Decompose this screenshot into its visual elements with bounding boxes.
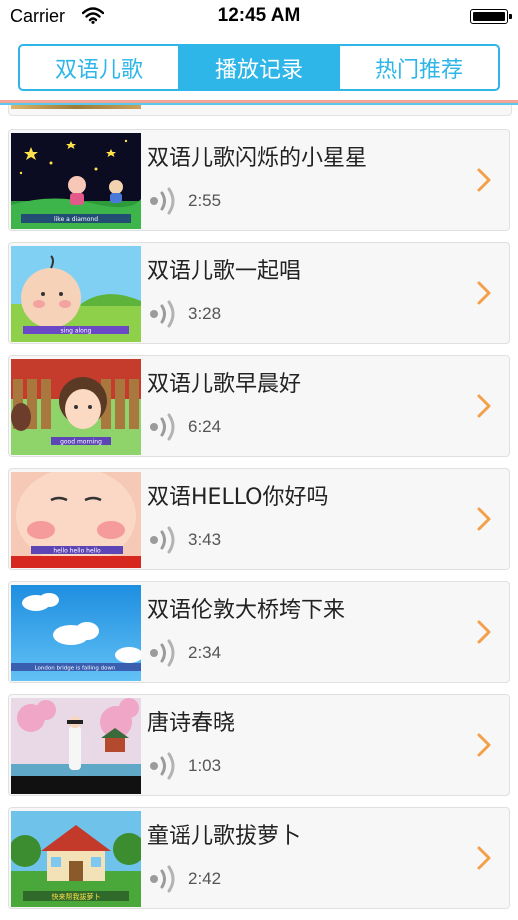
item-duration: 1:03 <box>188 756 222 775</box>
list-item[interactable]: hello hello hello 双语HELLO你好吗 3:43 <box>8 468 510 570</box>
video-thumbnail: like a diamond <box>11 133 141 229</box>
chevron-right-icon <box>477 168 491 196</box>
thumb-caption: London bridge is falling down <box>35 666 116 672</box>
list-item[interactable]: sing along 双语儿歌一起唱 3:28 <box>8 242 510 344</box>
chevron-right-icon <box>477 620 491 648</box>
item-title: 童谣儿歌拔萝卜 <box>147 824 302 849</box>
speaker-icon <box>149 864 181 898</box>
list-item-partial[interactable] <box>8 105 512 116</box>
chevron-right-icon <box>477 507 491 535</box>
thumb-caption: hello hello hello <box>53 548 101 555</box>
thumb-caption: sing along <box>61 328 92 335</box>
speaker-icon <box>149 186 181 220</box>
thumb-caption: 快来帮我拔萝卜 <box>52 892 101 901</box>
item-title: 双语HELLO你好吗 <box>147 485 329 510</box>
video-thumbnail: hello hello hello <box>11 472 141 568</box>
item-title: 双语儿歌一起唱 <box>147 259 302 284</box>
speaker-icon <box>149 751 181 785</box>
chevron-right-icon <box>477 733 491 761</box>
item-duration: 6:24 <box>188 417 222 436</box>
battery-icon <box>470 9 512 24</box>
tab-hot-recommend[interactable]: 热门推荐 <box>340 46 498 89</box>
list-item[interactable]: 唐诗春晓 1:03 <box>8 694 510 796</box>
thumb-caption: good morning <box>60 439 102 446</box>
list-item[interactable]: good morning 双语儿歌早晨好 6:24 <box>8 355 510 457</box>
video-thumbnail: London bridge is falling down <box>11 585 141 681</box>
item-duration: 2:55 <box>188 191 222 210</box>
list-item[interactable]: London bridge is falling down 双语伦敦大桥垮下来 … <box>8 581 510 683</box>
video-thumbnail: 快来帮我拔萝卜 <box>11 811 141 907</box>
item-title: 双语伦敦大桥垮下来 <box>147 598 346 623</box>
item-duration: 3:43 <box>188 530 222 549</box>
item-title: 双语儿歌早晨好 <box>147 372 302 397</box>
chevron-right-icon <box>477 281 491 309</box>
video-thumbnail: good morning <box>11 359 141 455</box>
status-bar: Carrier 12:45 AM <box>0 0 518 34</box>
segmented-control: 双语儿歌 播放记录 热门推荐 <box>18 44 500 91</box>
list-item[interactable]: like a diamond 双语儿歌闪烁的小星星 2:55 <box>8 129 510 231</box>
item-title: 唐诗春晓 <box>147 711 236 736</box>
item-duration: 3:28 <box>188 304 222 323</box>
speaker-icon <box>149 299 181 333</box>
item-title: 双语儿歌闪烁的小星星 <box>147 146 368 171</box>
tab-play-history[interactable]: 播放记录 <box>180 46 340 89</box>
clock: 12:45 AM <box>217 5 301 26</box>
item-duration: 2:34 <box>188 643 222 662</box>
chevron-right-icon <box>477 846 491 874</box>
speaker-icon <box>149 638 181 672</box>
item-duration: 2:42 <box>188 869 222 888</box>
speaker-icon <box>149 412 181 446</box>
chevron-right-icon <box>477 394 491 422</box>
video-thumbnail <box>11 698 141 794</box>
speaker-icon <box>149 525 181 559</box>
tab-bilingual-songs[interactable]: 双语儿歌 <box>20 46 180 89</box>
video-thumbnail: sing along <box>11 246 141 342</box>
thumb-caption: like a diamond <box>54 216 98 223</box>
history-list[interactable]: like a diamond 双语儿歌闪烁的小星星 2:55 sing alon… <box>0 105 518 920</box>
list-item[interactable]: 快来帮我拔萝卜 童谣儿歌拔萝卜 2:42 <box>8 807 510 909</box>
